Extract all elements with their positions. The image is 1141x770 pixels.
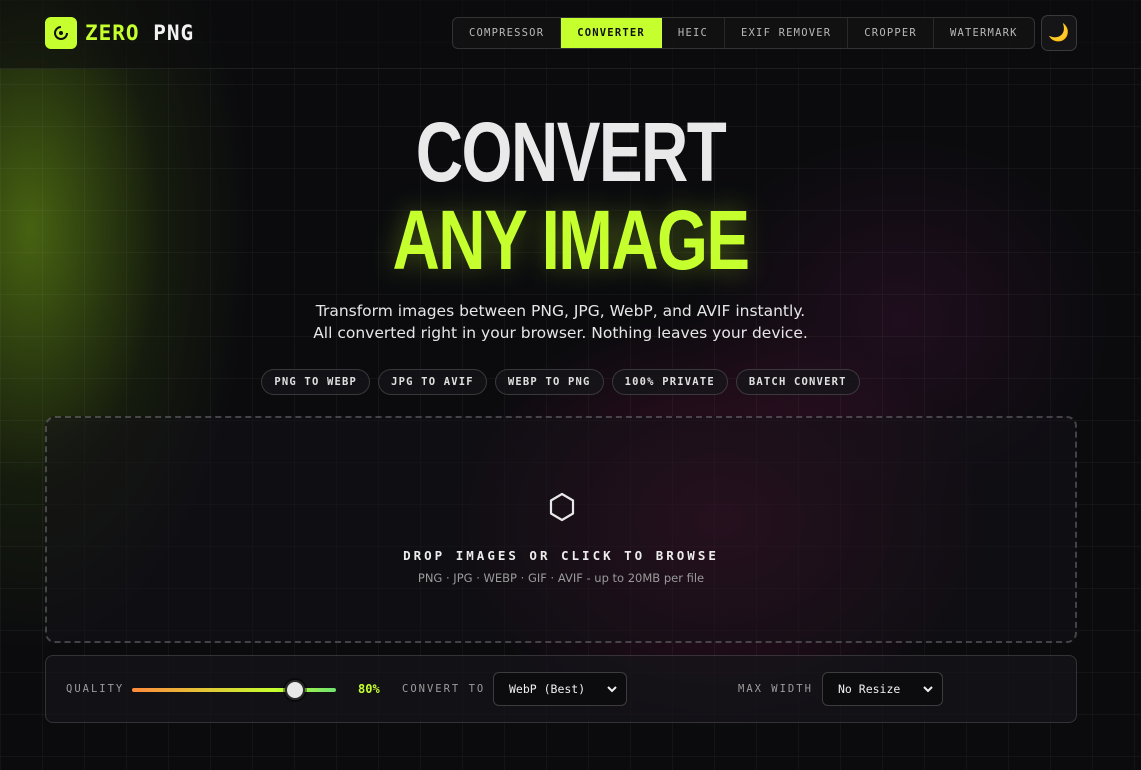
max-width-select[interactable]: No Resize xyxy=(822,672,943,706)
tab-exif-remover[interactable]: EXIF REMOVER xyxy=(725,18,849,48)
chevron-down-icon xyxy=(923,686,933,693)
convert-to-label: CONVERT TO xyxy=(402,683,486,695)
quality-label: QUALITY xyxy=(66,683,125,695)
top-bar: ZERO PNG COMPRESSOR CONVERTER HEIC EXIF … xyxy=(0,0,1141,69)
chip-png-to-webp: PNG TO WEBP xyxy=(261,369,371,395)
quality-slider-thumb[interactable] xyxy=(285,680,306,700)
brand-name: ZERO PNG xyxy=(85,21,195,45)
hexagon-icon xyxy=(548,492,576,526)
tab-converter[interactable]: CONVERTER xyxy=(561,18,662,48)
theme-toggle-button[interactable]: 🌙 xyxy=(1041,15,1077,51)
convert-to-value: WebP (Best) xyxy=(509,682,586,696)
quality-value: 80% xyxy=(358,682,380,696)
chip-webp-to-png: WEBP TO PNG xyxy=(494,369,604,395)
hero-title-line1: CONVERT xyxy=(415,105,727,199)
tab-compressor[interactable]: COMPRESSOR xyxy=(453,18,562,48)
max-width-value: No Resize xyxy=(838,682,901,696)
hero-title-line2: ANY IMAGE xyxy=(392,193,750,287)
chip-jpg-to-avif: JPG TO AVIF xyxy=(378,369,487,395)
logo-icon xyxy=(45,17,77,49)
hero-subtitle-line2: All converted right in your browser. Not… xyxy=(313,324,808,342)
file-dropzone[interactable]: DROP IMAGES OR CLICK TO BROWSE PNG · JPG… xyxy=(45,416,1077,643)
tab-heic[interactable]: HEIC xyxy=(662,18,726,48)
feature-chips: PNG TO WEBP JPG TO AVIF WEBP TO PNG 100%… xyxy=(0,369,1121,395)
dropzone-subtitle: PNG · JPG · WEBP · GIF · AVIF - up to 20… xyxy=(417,571,705,585)
dropzone-title: DROP IMAGES OR CLICK TO BROWSE xyxy=(403,548,719,563)
conversion-controls: QUALITY 80% CONVERT TO WebP (Best) MAX W… xyxy=(45,655,1077,723)
chip-batch-convert: BATCH CONVERT xyxy=(735,369,860,395)
quality-slider[interactable] xyxy=(132,680,336,700)
chip-private: 100% PRIVATE xyxy=(611,369,728,395)
tab-cropper[interactable]: CROPPER xyxy=(848,18,934,48)
tab-watermark[interactable]: WATERMARK xyxy=(934,18,1034,48)
convert-to-select[interactable]: WebP (Best) xyxy=(493,672,627,706)
logo[interactable]: ZERO PNG xyxy=(45,17,194,49)
tool-nav: COMPRESSOR CONVERTER HEIC EXIF REMOVER C… xyxy=(452,17,1035,49)
hero-subtitle: Transform images between PNG, JPG, WebP,… xyxy=(0,300,1121,344)
max-width-label: MAX WIDTH xyxy=(738,683,813,695)
hero-subtitle-line1: Transform images between PNG, JPG, WebP,… xyxy=(315,302,806,320)
chevron-down-icon xyxy=(607,686,617,693)
moon-icon: 🌙 xyxy=(1048,23,1070,43)
